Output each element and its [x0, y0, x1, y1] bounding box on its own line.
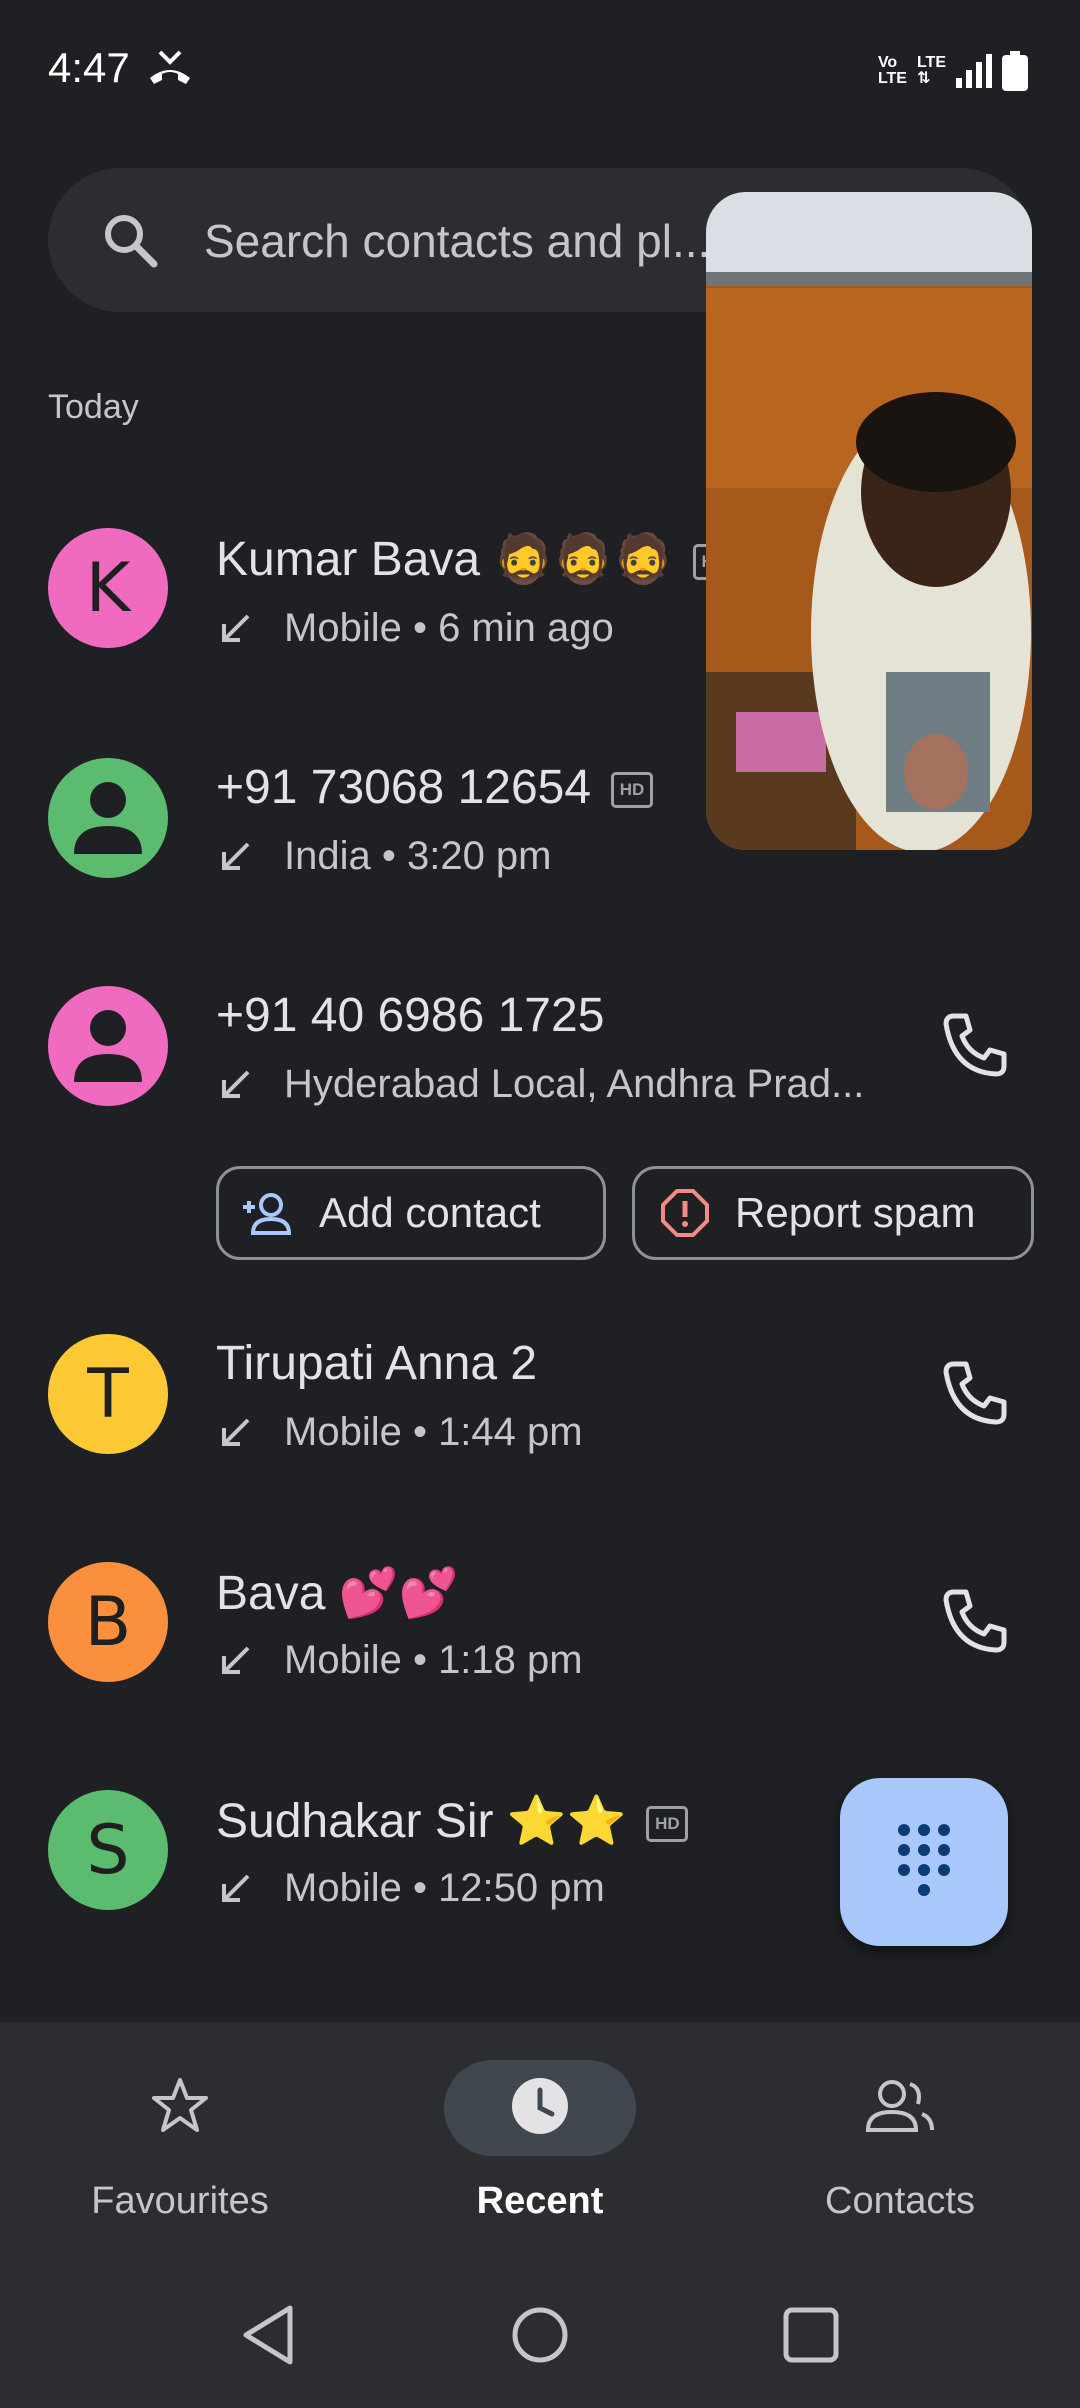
- call-row-name[interactable]: +91 40 6986 1725: [216, 988, 604, 1043]
- nav-contacts-label[interactable]: Contacts: [750, 2180, 1050, 2223]
- back-icon[interactable]: [234, 2300, 304, 2370]
- star-icon: [152, 2078, 208, 2132]
- avatar-initial: K: [85, 548, 131, 628]
- report-spam-label: Report spam: [735, 1189, 976, 1236]
- person-icon: [74, 782, 142, 854]
- call-row-detail: India • 3:20 pm: [216, 834, 552, 879]
- call-row-name[interactable]: Sudhakar Sir ⭐⭐ HD: [216, 1792, 689, 1849]
- add-person-icon: [243, 1193, 292, 1235]
- incoming-call-icon: [222, 1418, 250, 1446]
- avatar[interactable]: T: [48, 1334, 168, 1454]
- nav-contacts[interactable]: [750, 2074, 1050, 2143]
- call-row-name[interactable]: +91 73068 12654 HD: [216, 760, 654, 815]
- status-icons: Vo LTE LTE ⇅: [878, 50, 1028, 92]
- call-row-detail: Hyderabad Local, Andhra Prad...: [216, 1062, 864, 1107]
- avatar[interactable]: K: [48, 528, 168, 648]
- battery-icon: [1002, 51, 1028, 91]
- add-contact-label: Add contact: [319, 1189, 541, 1236]
- add-contact-button[interactable]: Add contact: [216, 1166, 606, 1260]
- contact-name: +91 73068 12654: [216, 761, 592, 814]
- person-icon: [74, 1010, 142, 1082]
- nav-favourites[interactable]: [30, 2074, 330, 2143]
- contact-name: Kumar Bava 🧔🧔🧔: [216, 533, 673, 586]
- people-icon: [865, 2080, 934, 2132]
- call-row-detail: Mobile • 6 min ago: [216, 606, 614, 651]
- avatar[interactable]: B: [48, 1562, 168, 1682]
- video-call-preview[interactable]: [706, 192, 1032, 850]
- call-detail: Mobile • 12:50 pm: [284, 1866, 605, 1910]
- contact-name: +91 40 6986 1725: [216, 989, 605, 1042]
- section-header-today: Today: [48, 388, 139, 426]
- call-button-icon[interactable]: [934, 1354, 1014, 1434]
- warning-icon: [661, 1189, 709, 1237]
- avatar[interactable]: [48, 758, 168, 878]
- avatar-initial: B: [84, 1582, 132, 1662]
- hd-icon: HD: [646, 1806, 689, 1843]
- volte-icon: Vo LTE: [877, 54, 907, 87]
- video-feed: [706, 192, 1032, 850]
- hd-icon: HD: [611, 772, 654, 809]
- contact-name: Sudhakar Sir ⭐⭐: [216, 1795, 627, 1848]
- avatar-initial: S: [86, 1810, 130, 1890]
- call-row-detail: Mobile • 1:44 pm: [216, 1410, 583, 1455]
- signal-icon: [956, 54, 992, 88]
- status-time: 4:47: [48, 44, 130, 91]
- avatar[interactable]: S: [48, 1790, 168, 1910]
- search-icon[interactable]: [100, 210, 160, 270]
- avatar-initial: T: [87, 1354, 129, 1434]
- call-button-icon[interactable]: [934, 1006, 1014, 1086]
- contact-name: Bava 💕💕: [216, 1567, 459, 1620]
- dialpad-icon: [898, 1824, 950, 1896]
- call-row-detail: Mobile • 1:18 pm: [216, 1638, 583, 1683]
- avatar[interactable]: [48, 986, 168, 1106]
- report-spam-button[interactable]: Report spam: [632, 1166, 1034, 1260]
- incoming-call-icon: [222, 1874, 250, 1902]
- home-icon[interactable]: [505, 2300, 575, 2370]
- incoming-call-icon: [222, 614, 250, 642]
- call-detail: Mobile • 6 min ago: [284, 606, 614, 650]
- call-row-name[interactable]: Kumar Bava 🧔🧔🧔HD: [216, 530, 735, 587]
- incoming-call-icon: [222, 1646, 250, 1674]
- nav-recent-label[interactable]: Recent: [390, 2180, 690, 2223]
- incoming-call-icon: [222, 1070, 250, 1098]
- search-input[interactable]: Search contacts and pl...: [204, 214, 710, 268]
- call-button-icon[interactable]: [934, 1582, 1014, 1662]
- call-row-detail: Mobile • 12:50 pm: [216, 1866, 605, 1911]
- missed-call-icon: [150, 50, 190, 84]
- nav-recent[interactable]: [390, 2074, 690, 2143]
- clock-icon: [512, 2078, 568, 2134]
- dialpad-button[interactable]: [840, 1778, 1008, 1946]
- nav-favourites-label[interactable]: Favourites: [30, 2180, 330, 2223]
- call-row-name[interactable]: Tirupati Anna 2: [216, 1336, 537, 1391]
- recents-icon[interactable]: [776, 2300, 846, 2370]
- incoming-call-icon: [222, 842, 250, 870]
- call-detail: Mobile • 1:18 pm: [284, 1638, 583, 1682]
- call-detail: India • 3:20 pm: [284, 834, 552, 878]
- lte-icon: LTE ⇅: [916, 54, 946, 87]
- call-row-name[interactable]: Bava 💕💕: [216, 1564, 458, 1621]
- contact-name: Tirupati Anna 2: [216, 1337, 538, 1390]
- call-detail: Hyderabad Local, Andhra Prad...: [284, 1062, 865, 1106]
- call-detail: Mobile • 1:44 pm: [284, 1410, 583, 1454]
